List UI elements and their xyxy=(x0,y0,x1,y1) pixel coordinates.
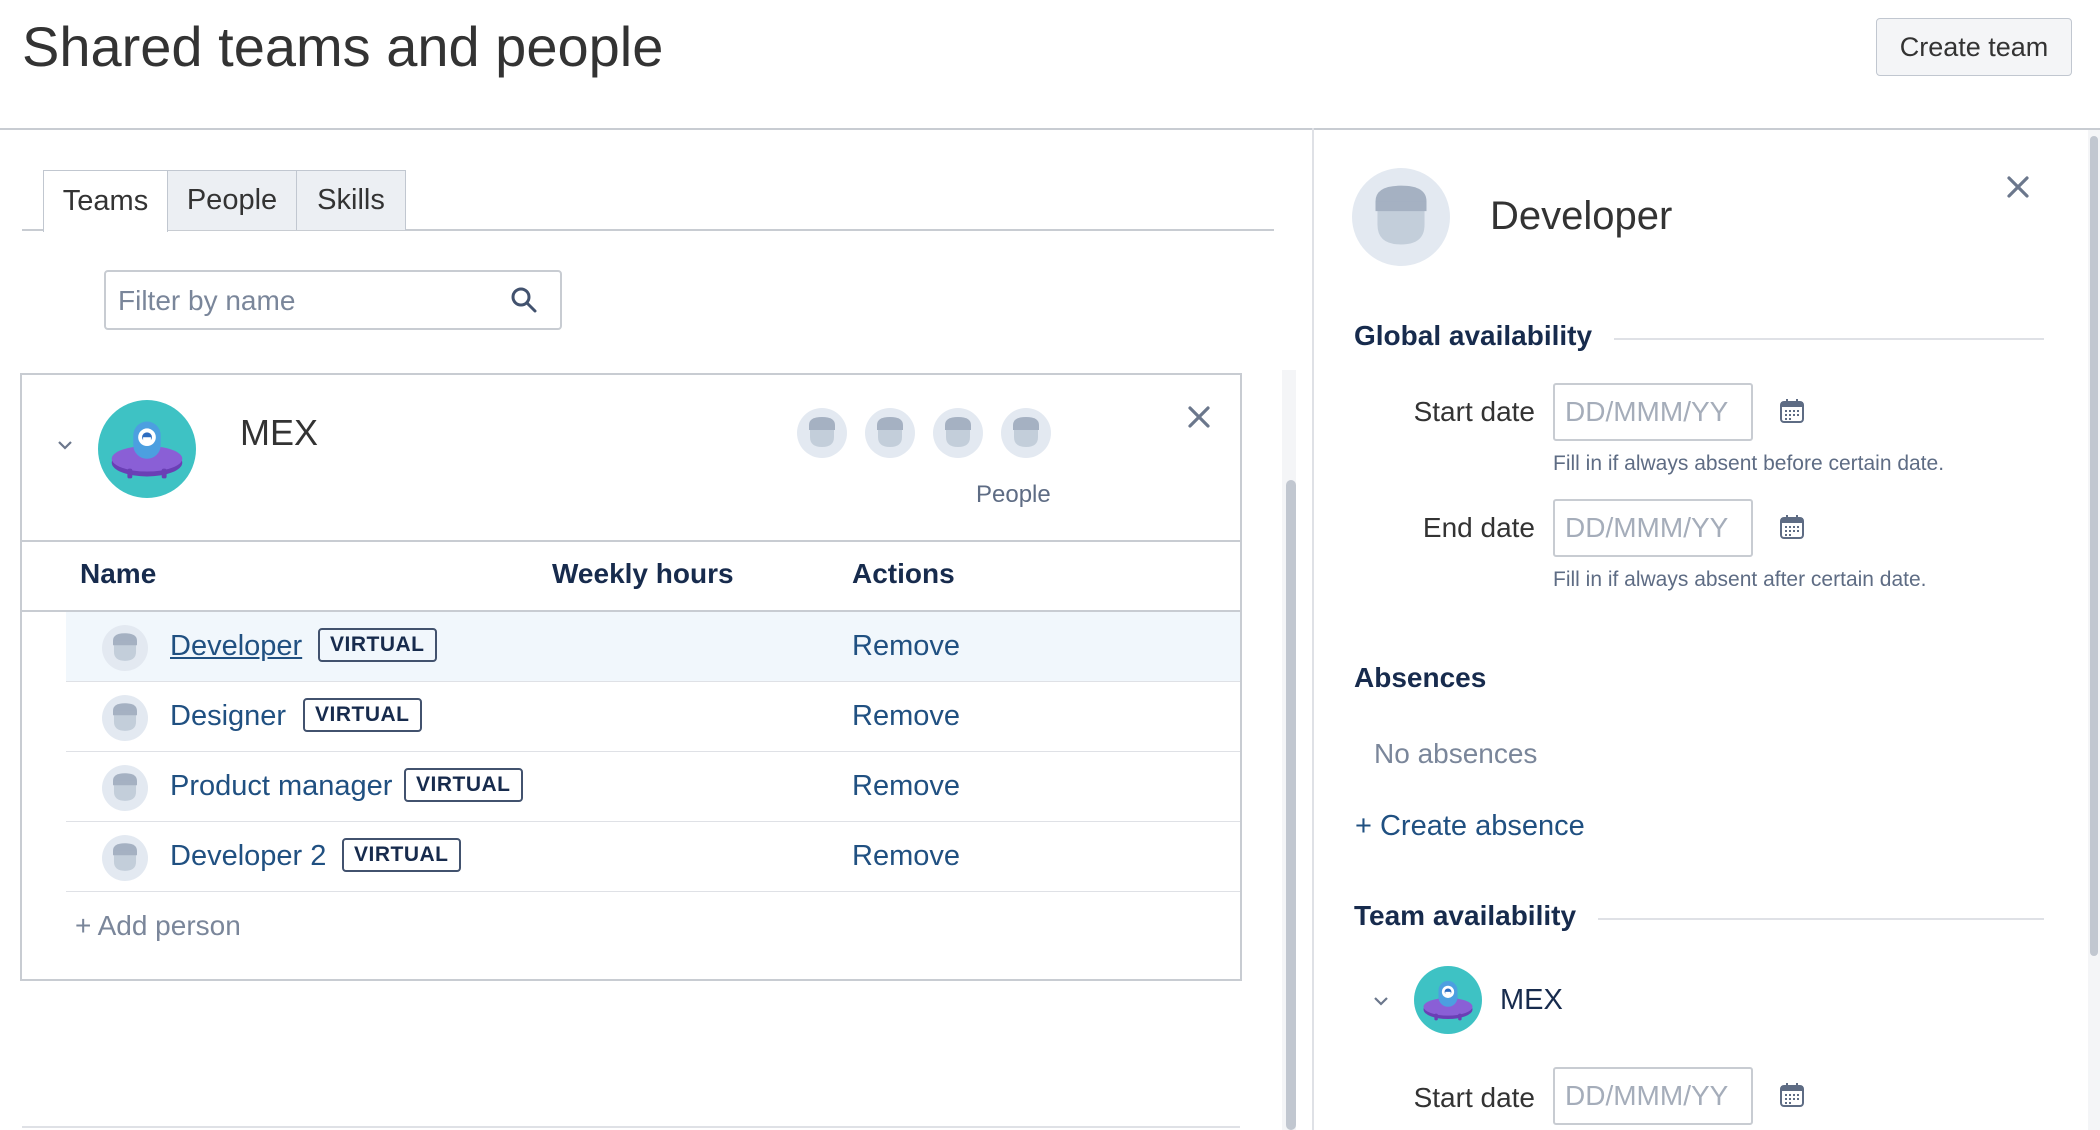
page-title: Shared teams and people xyxy=(22,15,664,78)
tab-people[interactable]: People xyxy=(167,170,297,230)
remove-link[interactable]: Remove xyxy=(852,770,960,803)
section-rule xyxy=(1598,918,2044,920)
column-header-weekly-hours: Weekly hours xyxy=(552,558,734,589)
start-date-label: Start date xyxy=(1413,396,1535,427)
team-availability-heading: Team availability xyxy=(1354,900,1577,931)
panel-title: Developer xyxy=(1490,194,1673,238)
table-row: Product manager VIRTUAL Remove xyxy=(66,752,1240,822)
filter-box xyxy=(104,270,562,330)
people-label: People xyxy=(976,481,1051,508)
end-date-label: End date xyxy=(1422,512,1535,543)
absences-heading: Absences xyxy=(1354,662,1487,693)
person-avatar-icon xyxy=(797,408,847,458)
person-avatar-icon xyxy=(102,695,148,741)
create-team-button[interactable]: Create team xyxy=(1876,18,2072,76)
search-icon[interactable] xyxy=(510,286,538,314)
header-divider xyxy=(0,128,2100,130)
next-card-edge xyxy=(22,1126,1240,1128)
remove-link[interactable]: Remove xyxy=(852,700,960,733)
column-header-name: Name xyxy=(80,558,157,589)
person-avatar-icon xyxy=(102,835,148,881)
table-row: Developer 2 VIRTUAL Remove xyxy=(66,822,1240,892)
table-row: Developer VIRTUAL Remove xyxy=(66,612,1240,682)
close-icon[interactable] xyxy=(1180,398,1218,436)
virtual-badge: VIRTUAL xyxy=(342,838,461,872)
person-avatar-icon xyxy=(1001,408,1051,458)
virtual-badge: VIRTUAL xyxy=(404,768,523,802)
virtual-badge: VIRTUAL xyxy=(318,628,437,662)
no-absences-text: No absences xyxy=(1374,738,1538,769)
virtual-badge: VIRTUAL xyxy=(303,698,422,732)
team-name: MEX xyxy=(240,412,319,453)
person-avatar-icon xyxy=(933,408,983,458)
member-name-link[interactable]: Developer xyxy=(170,630,302,663)
remove-link[interactable]: Remove xyxy=(852,840,960,873)
person-avatar-icon xyxy=(102,765,148,811)
person-avatar-icon xyxy=(865,408,915,458)
table-row: Designer VIRTUAL Remove xyxy=(66,682,1240,752)
team-people-avatars xyxy=(797,408,1051,458)
calendar-icon[interactable] xyxy=(1778,397,1806,425)
section-rule xyxy=(1614,338,2044,340)
global-start-date-input[interactable] xyxy=(1553,383,1753,441)
global-availability-heading: Global availability xyxy=(1354,320,1593,351)
create-absence-link[interactable]: + Create absence xyxy=(1355,810,1585,843)
start-date-label: Start date xyxy=(1413,1082,1535,1113)
member-name-link[interactable]: Product manager xyxy=(170,770,392,803)
calendar-icon[interactable] xyxy=(1778,1081,1806,1109)
tab-teams[interactable]: Teams xyxy=(43,170,168,232)
scrollbar-thumb[interactable] xyxy=(1286,480,1296,1130)
member-name-link[interactable]: Designer xyxy=(170,700,286,733)
chevron-down-icon[interactable] xyxy=(54,434,76,456)
calendar-icon[interactable] xyxy=(1778,513,1806,541)
team-start-date-input[interactable] xyxy=(1553,1067,1753,1125)
panel-divider xyxy=(1312,128,1314,1130)
table-top-border xyxy=(22,540,1240,542)
panel-scrollbar-thumb[interactable] xyxy=(2090,136,2098,956)
tab-skills[interactable]: Skills xyxy=(296,170,406,230)
filter-input[interactable] xyxy=(116,278,500,324)
member-name-link[interactable]: Developer 2 xyxy=(170,840,326,873)
team-avatar-icon xyxy=(1414,966,1482,1034)
column-header-actions: Actions xyxy=(852,558,955,589)
add-person-link[interactable]: + Add person xyxy=(75,910,241,942)
person-avatar-icon xyxy=(1352,168,1450,266)
chevron-down-icon[interactable] xyxy=(1370,990,1392,1012)
end-date-help: Fill in if always absent after certain d… xyxy=(1553,568,1927,591)
start-date-help: Fill in if always absent before certain … xyxy=(1553,452,1945,475)
team-avatar-icon xyxy=(98,400,196,498)
person-avatar-icon xyxy=(102,625,148,671)
global-end-date-input[interactable] xyxy=(1553,499,1753,557)
remove-link[interactable]: Remove xyxy=(852,630,960,663)
close-icon[interactable] xyxy=(1998,167,2038,207)
team-availability-team-name: MEX xyxy=(1500,984,1563,1016)
